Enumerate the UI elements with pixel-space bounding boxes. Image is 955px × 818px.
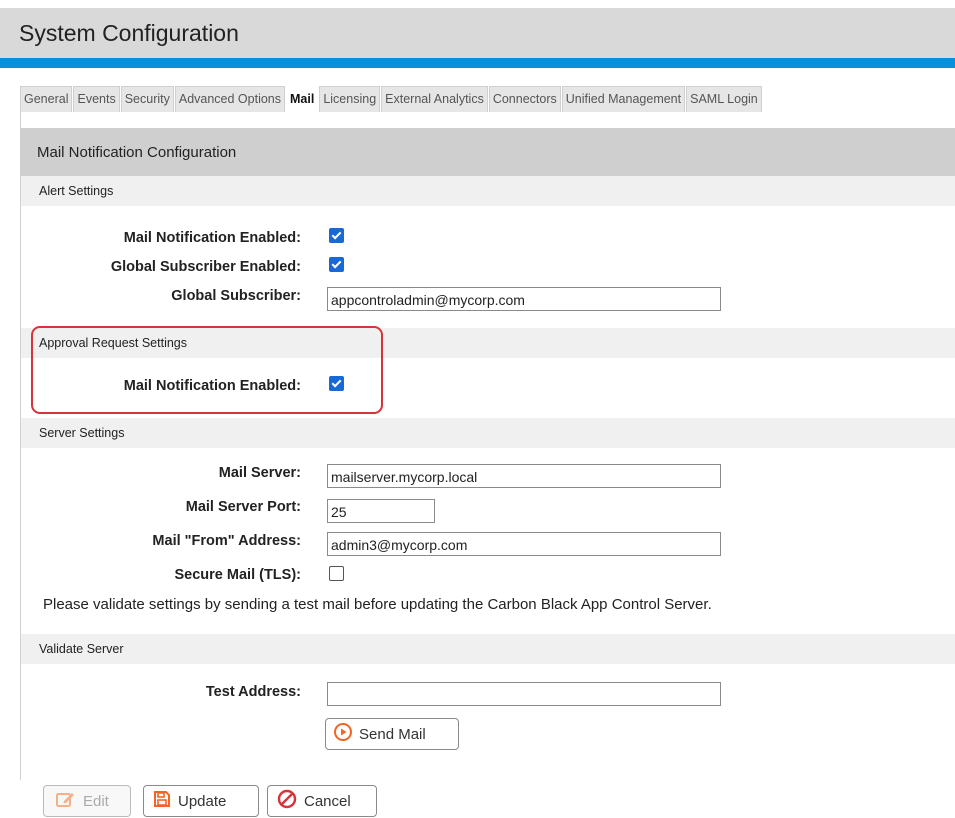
section-title: Alert Settings [39, 184, 114, 198]
send-mail-label: Send Mail [359, 725, 426, 743]
tab-advanced-options[interactable]: Advanced Options [174, 86, 286, 112]
validation-note: Please validate settings by sending a te… [43, 596, 712, 613]
save-icon [153, 790, 171, 812]
section-title: Validate Server [39, 642, 124, 656]
global-subscriber-label: Global Subscriber: [171, 288, 301, 304]
send-mail-button[interactable]: Send Mail [325, 718, 459, 750]
test-address-label: Test Address: [205, 684, 301, 700]
title-bar: System Configuration [0, 8, 955, 58]
cancel-label: Cancel [304, 792, 351, 810]
tab-licensing[interactable]: Licensing [319, 86, 381, 112]
mail-server-input[interactable]: mailserver.mycorp.local [327, 464, 721, 488]
tab-security[interactable]: Security [120, 86, 174, 112]
global-subscriber-enabled-checkbox[interactable] [329, 257, 344, 272]
config-tabs: General Events Security Advanced Options Mai… [20, 86, 762, 112]
mail-config-panel: Mail Notification Configuration Alert Se… [20, 112, 955, 780]
edit-button[interactable]: Edit [43, 785, 131, 817]
cancel-icon [277, 789, 297, 813]
update-button[interactable]: Update [143, 785, 259, 817]
mail-from-address-input[interactable]: admin3@mycorp.com [327, 532, 721, 556]
section-alert-settings: Alert Settings [21, 176, 955, 206]
tab-connectors[interactable]: Connectors [488, 86, 561, 112]
secure-mail-tls-label: Secure Mail (TLS): [174, 567, 302, 583]
section-server-settings: Server Settings [21, 418, 955, 448]
section-title: Server Settings [39, 426, 125, 440]
tab-external-analytics[interactable]: External Analytics [381, 86, 488, 112]
test-address-input[interactable] [327, 682, 721, 706]
tab-mail[interactable]: Mail [286, 86, 319, 112]
mail-server-port-input[interactable]: 25 [327, 499, 435, 523]
panel-title: Mail Notification Configuration [37, 144, 237, 161]
mail-from-address-label: Mail "From" Address: [152, 533, 301, 549]
tab-events[interactable]: Events [73, 86, 120, 112]
global-subscriber-enabled-label: Global Subscriber Enabled: [110, 259, 301, 275]
page-title: System Configuration [19, 20, 239, 46]
update-label: Update [178, 792, 227, 810]
mail-notification-label: Mail Notification Enabled: [123, 230, 301, 246]
tab-saml-login[interactable]: SAML Login [686, 86, 762, 112]
mail-server-label: Mail Server: [218, 465, 301, 481]
play-circle-icon [334, 723, 352, 745]
accent-bar [0, 58, 955, 68]
edit-label: Edit [83, 792, 109, 810]
section-validate-server: Validate Server [21, 634, 955, 664]
secure-mail-tls-checkbox[interactable] [329, 566, 344, 581]
approval-settings-highlight [31, 326, 383, 414]
panel-header: Mail Notification Configuration [21, 128, 955, 176]
tab-general[interactable]: General [20, 86, 73, 112]
global-subscriber-input[interactable]: appcontroladmin@mycorp.com [327, 287, 721, 311]
tab-unified-management[interactable]: Unified Management [561, 86, 686, 112]
cancel-button[interactable]: Cancel [267, 785, 377, 817]
mail-server-port-label: Mail Server Port: [185, 499, 301, 515]
edit-icon [56, 790, 76, 812]
alert-mail-notification-checkbox[interactable] [329, 228, 344, 243]
